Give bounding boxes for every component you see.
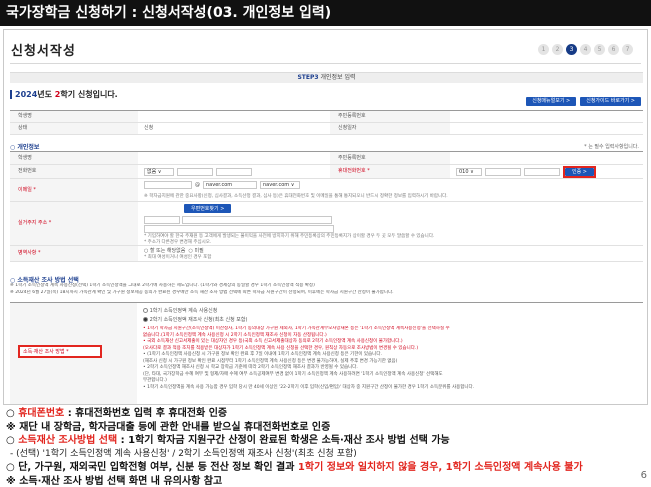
income-table: 소득·재산 조사 방법 * 1학기 소득인정액 계속 사용신청 2학기 소득인정… <box>10 302 643 404</box>
email-note: ※ 학자금지원에 관한 중요사항(신청, 심사결과, 소득산정 결과, 심사 등… <box>144 194 448 199</box>
postcode-input[interactable] <box>144 216 180 224</box>
personal-table: 학생명 주민등록번호 전화번호 없음 ∨ 휴대전화번호 * 010 ∨ 인증 >… <box>10 151 643 262</box>
option-reexamine-radio[interactable] <box>143 317 148 322</box>
explanation-line: ○ 단, 가구원, 재외국민 입학전형 여부, 신분 등 전산 정보 확인 결과… <box>6 462 583 473</box>
income-note-2: ※ 2024년 6월 27일(목) 18시까지 가족관계 확인 및 가구원 정보… <box>10 290 394 295</box>
step-3: 3 <box>566 44 577 55</box>
info-table: 학생명 주민등록번호 상태 신청 신청일자 <box>10 110 643 135</box>
phone-mid-input[interactable] <box>177 167 213 176</box>
postcode-search-button[interactable]: 우편번호찾기 > <box>184 204 232 213</box>
slide-title: 국가장학금 신청하기 : 신청서작성(03. 개인정보 입력) <box>0 0 651 26</box>
military-note: * 최대 여성이거나 여성인 경우 포함 <box>144 255 212 260</box>
mobile-last-input[interactable] <box>524 167 560 176</box>
auth-button-highlight: 인증 > <box>563 165 596 178</box>
income-method-notes: • 1학기 학자금 지원구간(소득인정액) 미산정자, 1학기 동의대상 가구원… <box>143 326 475 390</box>
email-id-input[interactable] <box>144 181 192 189</box>
mobile-mid-input[interactable] <box>485 167 521 176</box>
option-keep-radio[interactable] <box>143 308 148 313</box>
table-row: 학생명 주민등록번호 <box>10 111 643 123</box>
guide-button[interactable]: 신청가이드 바로가기 > <box>580 97 641 106</box>
step-2: 2 <box>552 44 563 55</box>
step-label: STEP3 <box>297 74 319 81</box>
phone-last-input[interactable] <box>216 167 252 176</box>
address-detail-input[interactable] <box>144 225 334 233</box>
table-row: 상태 신청 신청일자 <box>10 123 643 135</box>
email-domain-input[interactable]: naver.com <box>203 181 257 189</box>
step-5: 5 <box>594 44 605 55</box>
table-row: 소득·재산 조사 방법 * 1학기 소득인정액 계속 사용신청 2학기 소득인정… <box>10 303 643 404</box>
table-row: 학생명 주민등록번호 <box>10 152 643 165</box>
address-input[interactable] <box>181 216 332 224</box>
explanation-line: ※ 소득·재산 조사 방법 선택 화면 내 유의사항 참고 <box>6 475 223 487</box>
address-note-2: * 주소가 다른경우 변경해 주십시오. <box>144 240 212 245</box>
at-sign: @ <box>195 182 200 188</box>
table-row: 이메일 * @ naver.com naver.com ∨ ※ 학자금지원에 관… <box>10 179 643 202</box>
step-text: 개인정보 입력 <box>320 74 356 81</box>
explanation-block: ○ 휴대폰번호 : 휴대전화번호 입력 후 휴대전화 인증 ※ 재단 내 장학금… <box>6 407 646 487</box>
step-1: 1 <box>538 44 549 55</box>
screenshot-panel: 신청서작성 1 2 3 4 5 6 7 STEP3 개인정보 입력 2024년도… <box>3 29 648 405</box>
top-buttons: 신청매뉴얼보기 > 신청가이드 바로가기 > <box>526 97 641 106</box>
semester-title: 2024년도 2학기 신청입니다. <box>10 90 118 99</box>
table-row: 전화번호 없음 ∨ 휴대전화번호 * 010 ∨ 인증 > <box>10 165 643 179</box>
explanation-line: ○ 소득재산 조사방법 선택 : 1학기 학자금 지원구간 산정이 완료된 학생… <box>6 435 450 446</box>
page-number: 6 <box>640 470 647 481</box>
option-reexamine-label: 2학기 소득인정액 재조사 신청(최초 신청 포함) <box>149 317 248 323</box>
table-row: 병역사항 * ○ 할 또는 해당없음 ○ 미필 * 최대 여성이거나 여성인 경… <box>10 246 643 262</box>
income-note-1: ※ 1학기 소득인정액 계속 사용신청(선택) 1학기 소득인정액을 그대로 2… <box>10 283 315 288</box>
required-note: * 는 필수 입력사항입니다. <box>584 144 639 150</box>
email-domain-select[interactable]: naver.com ∨ <box>260 181 300 189</box>
table-row: 실거주지 주소 * 우편번호찾기 > * 기입하여야 할 한국 주재원 등 고객… <box>10 202 643 246</box>
personal-info-heading: ○ 개인정보 <box>10 144 40 151</box>
step-bar: STEP3 개인정보 입력 <box>10 72 643 83</box>
explanation-line: - (선택) '1학기 소득인정액 계속 사용신청' / 2학기 소득인정액 재… <box>10 448 357 459</box>
explanation-line: ○ 휴대폰번호 : 휴대전화번호 입력 후 휴대전화 인증 <box>6 408 228 419</box>
step-4: 4 <box>580 44 591 55</box>
option-keep-label: 1학기 소득인정액 계속 사용신청 <box>149 308 218 314</box>
step-indicator: 1 2 3 4 5 6 7 <box>538 44 633 55</box>
step-6: 6 <box>608 44 619 55</box>
step-7: 7 <box>622 44 633 55</box>
auth-button[interactable]: 인증 > <box>565 167 594 176</box>
manual-button[interactable]: 신청매뉴얼보기 > <box>526 97 577 106</box>
income-method-label: 소득·재산 조사 방법 * <box>18 345 102 358</box>
mobile-prefix-select[interactable]: 010 ∨ <box>456 167 482 176</box>
divider <box>10 63 641 64</box>
page-title: 신청서작성 <box>11 44 76 59</box>
phone-prefix-select[interactable]: 없음 ∨ <box>144 167 174 176</box>
explanation-line: ※ 재단 내 장학금, 학자금대출 등에 관한 안내를 받으실 휴대전화번호로 … <box>6 421 331 433</box>
